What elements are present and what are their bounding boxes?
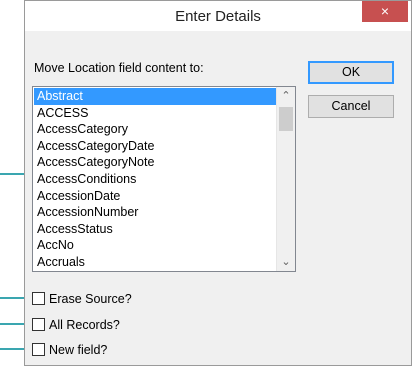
list-item[interactable]: AccessCategoryNote	[34, 154, 278, 171]
dialog-title: Enter Details	[175, 8, 261, 25]
title-bar: Enter Details ×	[25, 1, 411, 31]
cancel-button[interactable]: Cancel	[308, 95, 394, 118]
list-item[interactable]: AccessStatus	[34, 221, 278, 238]
field-listbox[interactable]: Abstract ACCESS AccessCategory AccessCat…	[32, 86, 296, 272]
scroll-up-icon[interactable]: ⌃	[277, 87, 295, 105]
list-item[interactable]: AccessConditions	[34, 171, 278, 188]
new-field-label: New field?	[49, 343, 108, 357]
close-button[interactable]: ×	[362, 1, 408, 22]
scroll-down-icon[interactable]: ⌄	[277, 253, 295, 271]
new-field-checkbox[interactable]	[32, 343, 45, 356]
enter-details-dialog: Enter Details × Move Location field cont…	[24, 0, 412, 366]
list-scrollbar[interactable]: ⌃ ⌄	[276, 87, 295, 271]
erase-source-checkbox[interactable]	[32, 292, 45, 305]
ok-button[interactable]: OK	[308, 61, 394, 84]
list-item[interactable]: Abstract	[34, 88, 278, 105]
list-item[interactable]: AccNo	[34, 237, 278, 254]
list-item[interactable]: AccessionNumber	[34, 204, 278, 221]
close-icon: ×	[380, 3, 390, 19]
prompt-label: Move Location field content to:	[34, 61, 204, 75]
list-item[interactable]: AccessCategory	[34, 121, 278, 138]
list-item[interactable]: Accruals	[34, 254, 278, 271]
all-records-checkbox[interactable]	[32, 318, 45, 331]
list-item[interactable]: ACCESS	[34, 105, 278, 122]
list-item[interactable]: AccessCategoryDate	[34, 138, 278, 155]
all-records-label: All Records?	[49, 318, 120, 332]
list-item[interactable]: AccessionDate	[34, 188, 278, 205]
erase-source-label: Erase Source?	[49, 292, 132, 306]
scrollbar-thumb[interactable]	[279, 107, 293, 131]
field-list: Abstract ACCESS AccessCategory AccessCat…	[34, 88, 278, 271]
